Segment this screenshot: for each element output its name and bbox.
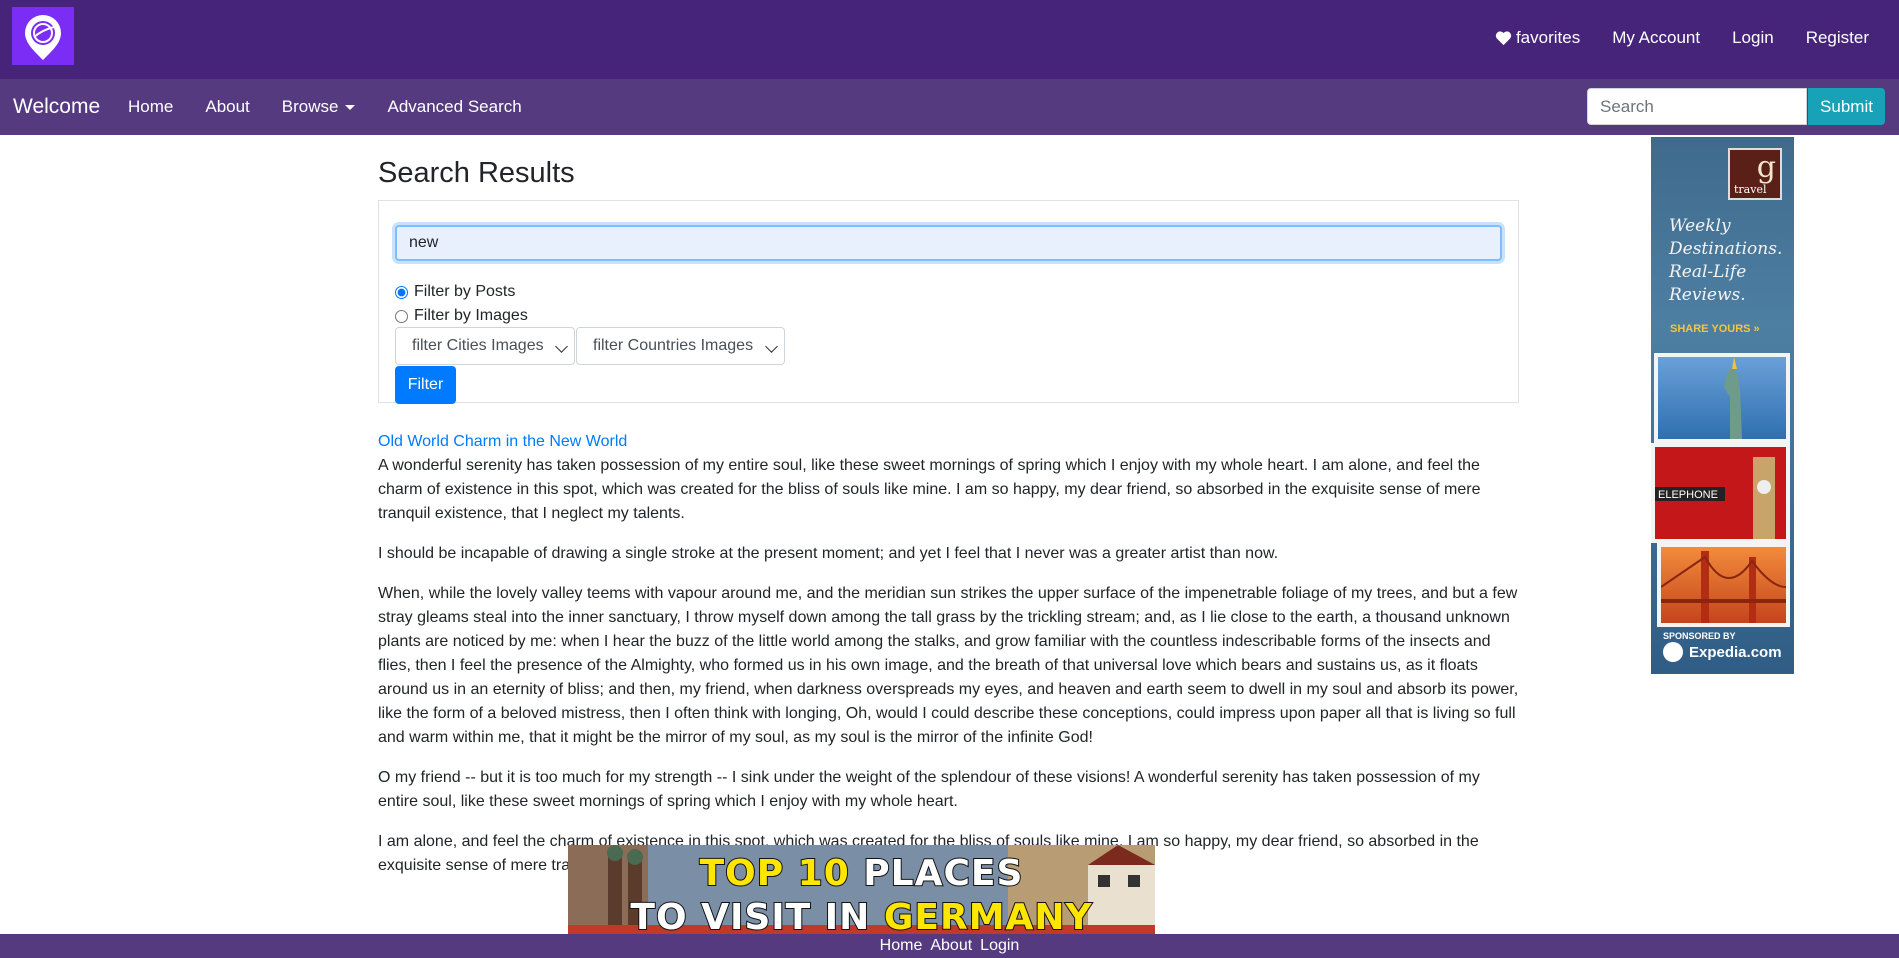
top-links: favorites My Account Login Register xyxy=(1495,0,1899,75)
footer-links: Home About Login xyxy=(0,934,1899,958)
register-link[interactable]: Register xyxy=(1806,28,1869,48)
favorites-label: favorites xyxy=(1515,27,1581,47)
favorites-link[interactable]: favorites xyxy=(1495,28,1580,48)
london-phonebox-photo: ELEPHONE xyxy=(1651,443,1790,543)
bottom-video-advertisement[interactable]: TOP 10 PLACES TO VISIT IN GERMANY xyxy=(568,845,1155,934)
svg-text:ELEPHONE: ELEPHONE xyxy=(1658,489,1718,501)
filter-button[interactable]: Filter xyxy=(395,366,456,404)
golden-gate-photo xyxy=(1657,543,1790,627)
result-paragraph: A wonderful serenity has taken possessio… xyxy=(378,457,1481,522)
search-query-input[interactable] xyxy=(395,225,1502,261)
nav-browse[interactable]: Browse xyxy=(282,97,356,117)
footer-about-link[interactable]: About xyxy=(930,937,972,955)
nav-menu: Home About Browse Advanced Search xyxy=(128,79,554,135)
page-title: Search Results xyxy=(378,157,575,189)
chevron-down-icon xyxy=(765,340,778,353)
travel-logo-word: travel xyxy=(1734,183,1767,196)
cities-select[interactable]: filter Cities Images xyxy=(395,327,575,365)
login-link[interactable]: Login xyxy=(1732,28,1774,48)
footer-home-link[interactable]: Home xyxy=(880,937,923,955)
banner-line-1: TOP 10 PLACES xyxy=(568,852,1155,895)
filter-images-option[interactable]: Filter by Images xyxy=(395,307,528,325)
chevron-down-icon xyxy=(555,340,568,353)
result-paragraph: When, while the lovely valley teems with… xyxy=(378,585,1519,746)
heart-icon xyxy=(1495,30,1512,45)
ad-copy: Weekly Destinations. Real-Life Reviews. xyxy=(1669,216,1783,305)
phonebox-image: ELEPHONE xyxy=(1655,457,1775,539)
nav-browse-label: Browse xyxy=(281,97,339,116)
navbar-brand[interactable]: Welcome xyxy=(13,79,100,135)
filter-posts-option[interactable]: Filter by Posts xyxy=(395,283,515,301)
banner-line-2: TO VISIT IN GERMANY xyxy=(568,896,1155,934)
banner-line-2-highlight: GERMANY xyxy=(883,896,1093,934)
filter-images-radio[interactable] xyxy=(395,309,408,323)
logo[interactable] xyxy=(12,7,74,65)
ad-sponsor-label: SPONSORED BY xyxy=(1663,631,1736,641)
ad-cta: SHARE YOURS » xyxy=(1670,323,1760,335)
filter-posts-label: Filter by Posts xyxy=(414,283,516,300)
navbar-submit-button[interactable]: Submit xyxy=(1808,88,1885,125)
caret-down-icon xyxy=(345,105,356,111)
golden-gate-image xyxy=(1660,551,1787,623)
nav-home[interactable]: Home xyxy=(128,97,173,117)
result-paragraph: I should be incapable of drawing a singl… xyxy=(378,545,1279,562)
expedia-logo-icon xyxy=(1663,642,1683,662)
travel-logo: g travel xyxy=(1728,148,1782,200)
nav-advanced-search[interactable]: Advanced Search xyxy=(387,97,521,117)
top-header: favorites My Account Login Register xyxy=(0,0,1899,79)
ad-sponsor-name: Expedia.com xyxy=(1689,644,1782,661)
banner-line-2-text: TO VISIT IN xyxy=(629,896,871,934)
side-advertisement[interactable]: g travel Weekly Destinations. Real-Life … xyxy=(1651,137,1794,674)
navbar-search-input[interactable] xyxy=(1587,88,1807,125)
countries-select-value: filter Countries Images xyxy=(593,337,754,354)
filter-posts-radio[interactable] xyxy=(395,285,408,299)
banner-line-1-highlight: TOP 10 xyxy=(699,852,850,895)
filter-images-label: Filter by Images xyxy=(414,307,528,324)
search-filter-panel: Filter by Posts Filter by Images filter … xyxy=(378,200,1519,404)
result-paragraph: O my friend -- but it is too much for my… xyxy=(378,769,1480,810)
countries-select[interactable]: filter Countries Images xyxy=(576,327,785,365)
footer-login-link[interactable]: Login xyxy=(980,937,1019,955)
my-account-link[interactable]: My Account xyxy=(1612,28,1700,48)
search-result: Old World Charm in the New World A wonde… xyxy=(378,430,1520,894)
result-title-link[interactable]: Old World Charm in the New World xyxy=(378,433,627,450)
globe-pin-icon xyxy=(25,15,61,60)
travel-logo-letter: g xyxy=(1756,150,1776,185)
statue-of-liberty-photo xyxy=(1654,353,1790,443)
nav-about[interactable]: About xyxy=(205,97,249,117)
banner-line-1-text: PLACES xyxy=(862,852,1024,895)
cities-select-value: filter Cities Images xyxy=(412,337,544,354)
statue-of-liberty-image xyxy=(1724,357,1742,439)
